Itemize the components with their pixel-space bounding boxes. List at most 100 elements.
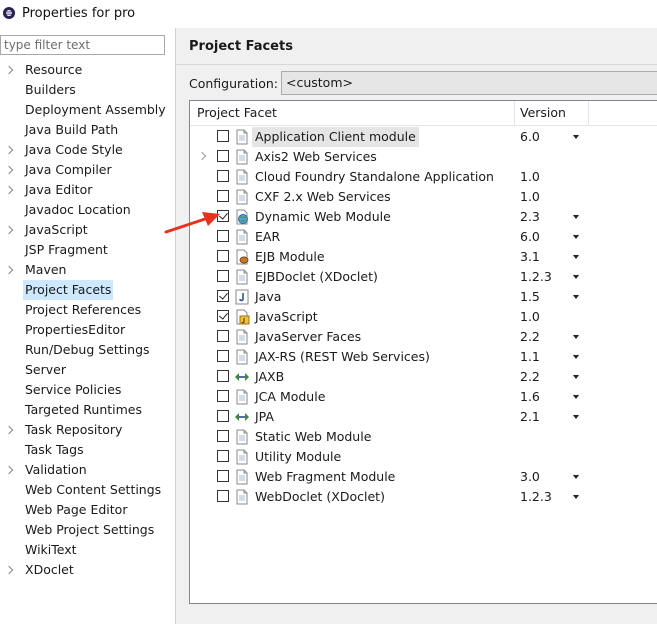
facet-checkbox[interactable] <box>217 390 229 402</box>
nav-item[interactable]: Project References <box>0 300 174 320</box>
facet-row[interactable]: JCA Module 1.6 <box>190 387 657 407</box>
facet-row[interactable]: JPA 2.1 <box>190 407 657 427</box>
chevron-right-icon[interactable] <box>4 465 14 475</box>
chevron-right-icon[interactable] <box>4 65 14 75</box>
dropdown-arrow-icon[interactable] <box>573 235 579 239</box>
nav-item[interactable]: Task Tags <box>0 440 174 460</box>
facet-checkbox[interactable] <box>217 410 229 422</box>
nav-item[interactable]: Run/Debug Settings <box>0 340 174 360</box>
nav-item[interactable]: Web Project Settings <box>0 520 174 540</box>
column-header-version[interactable]: Version <box>520 105 566 120</box>
dropdown-arrow-icon[interactable] <box>573 475 579 479</box>
facet-checkbox[interactable] <box>217 270 229 282</box>
chevron-right-icon[interactable] <box>4 165 14 175</box>
dropdown-arrow-icon[interactable] <box>573 255 579 259</box>
facet-checkbox[interactable] <box>217 470 229 482</box>
dropdown-arrow-icon[interactable] <box>573 215 579 219</box>
nav-item[interactable]: Targeted Runtimes <box>0 400 174 420</box>
facet-checkbox[interactable] <box>217 350 229 362</box>
nav-item[interactable]: Resource <box>0 60 174 80</box>
facet-row[interactable]: EJBDoclet (XDoclet) 1.2.3 <box>190 267 657 287</box>
facet-version[interactable]: 2.2 <box>520 327 540 347</box>
nav-item[interactable]: Javadoc Location <box>0 200 174 220</box>
column-divider[interactable] <box>514 101 515 125</box>
nav-item[interactable]: Service Policies <box>0 380 174 400</box>
dropdown-arrow-icon[interactable] <box>573 355 579 359</box>
nav-item[interactable]: Java Build Path <box>0 120 174 140</box>
facet-row[interactable]: EJB Module 3.1 <box>190 247 657 267</box>
facet-checkbox[interactable] <box>217 430 229 442</box>
dropdown-arrow-icon[interactable] <box>573 415 579 419</box>
chevron-right-icon[interactable] <box>4 425 14 435</box>
nav-item[interactable]: WikiText <box>0 540 174 560</box>
facet-checkbox[interactable] <box>217 370 229 382</box>
facet-version[interactable]: 1.5 <box>520 287 540 307</box>
facet-version[interactable]: 6.0 <box>520 127 540 147</box>
facet-checkbox[interactable] <box>217 150 229 162</box>
facet-checkbox[interactable] <box>217 130 229 142</box>
nav-item[interactable]: Task Repository <box>0 420 174 440</box>
facet-version[interactable]: 6.0 <box>520 227 540 247</box>
facet-row[interactable]: Java 1.5 <box>190 287 657 307</box>
nav-item[interactable]: PropertiesEditor <box>0 320 174 340</box>
nav-item[interactable]: Maven <box>0 260 174 280</box>
nav-item[interactable]: Web Page Editor <box>0 500 174 520</box>
facet-row[interactable]: JavaScript 1.0 <box>190 307 657 327</box>
dropdown-arrow-icon[interactable] <box>573 335 579 339</box>
nav-item[interactable]: Web Content Settings <box>0 480 174 500</box>
dropdown-arrow-icon[interactable] <box>573 395 579 399</box>
chevron-right-icon[interactable] <box>4 265 14 275</box>
nav-item[interactable]: Builders <box>0 80 174 100</box>
dropdown-arrow-icon[interactable] <box>573 495 579 499</box>
facet-row[interactable]: EAR 6.0 <box>190 227 657 247</box>
chevron-right-icon[interactable] <box>4 565 14 575</box>
facet-row[interactable]: JavaServer Faces 2.2 <box>190 327 657 347</box>
nav-item[interactable]: JavaScript <box>0 220 174 240</box>
facet-checkbox[interactable] <box>217 330 229 342</box>
column-divider[interactable] <box>588 101 589 125</box>
facet-row[interactable]: JAXB 2.2 <box>190 367 657 387</box>
filter-input[interactable] <box>0 35 165 55</box>
facet-version[interactable]: 1.2.3 <box>520 487 552 507</box>
facet-version[interactable]: 1.2.3 <box>520 267 552 287</box>
facet-row[interactable]: Cloud Foundry Standalone Application 1.0 <box>190 167 657 187</box>
facet-version[interactable]: 1.6 <box>520 387 540 407</box>
facet-checkbox[interactable] <box>217 170 229 182</box>
facet-checkbox[interactable] <box>217 450 229 462</box>
facet-checkbox[interactable] <box>217 190 229 202</box>
chevron-right-icon[interactable] <box>197 151 207 161</box>
facet-row[interactable]: JAX-RS (REST Web Services) 1.1 <box>190 347 657 367</box>
facet-row[interactable]: Axis2 Web Services <box>190 147 657 167</box>
nav-item[interactable]: Validation <box>0 460 174 480</box>
configuration-select[interactable]: <custom> <box>281 71 657 95</box>
facet-row[interactable]: Dynamic Web Module 2.3 <box>190 207 657 227</box>
nav-item[interactable]: Java Editor <box>0 180 174 200</box>
facet-version[interactable]: 3.1 <box>520 247 540 267</box>
chevron-right-icon[interactable] <box>4 225 14 235</box>
dropdown-arrow-icon[interactable] <box>573 295 579 299</box>
nav-item[interactable]: Java Compiler <box>0 160 174 180</box>
facet-version[interactable]: 1.1 <box>520 347 540 367</box>
nav-item[interactable]: XDoclet <box>0 560 174 580</box>
facet-checkbox[interactable] <box>217 250 229 262</box>
column-header-facet[interactable]: Project Facet <box>197 105 277 120</box>
facet-row[interactable]: Web Fragment Module 3.0 <box>190 467 657 487</box>
facet-checkbox[interactable] <box>217 290 229 302</box>
facet-row[interactable]: Application Client module 6.0 <box>190 127 657 147</box>
dropdown-arrow-icon[interactable] <box>573 135 579 139</box>
chevron-right-icon[interactable] <box>4 185 14 195</box>
dropdown-arrow-icon[interactable] <box>573 375 579 379</box>
facet-checkbox[interactable] <box>217 490 229 502</box>
facet-checkbox[interactable] <box>217 310 229 322</box>
nav-item[interactable]: Project Facets <box>0 280 174 300</box>
nav-item[interactable]: Java Code Style <box>0 140 174 160</box>
nav-item[interactable]: Deployment Assembly <box>0 100 174 120</box>
facet-version[interactable]: 2.3 <box>520 207 540 227</box>
facet-row[interactable]: Utility Module <box>190 447 657 467</box>
nav-item[interactable]: Server <box>0 360 174 380</box>
facet-version[interactable]: 2.2 <box>520 367 540 387</box>
facet-row[interactable]: WebDoclet (XDoclet) 1.2.3 <box>190 487 657 507</box>
facet-row[interactable]: CXF 2.x Web Services 1.0 <box>190 187 657 207</box>
facet-row[interactable]: Static Web Module <box>190 427 657 447</box>
dropdown-arrow-icon[interactable] <box>573 275 579 279</box>
